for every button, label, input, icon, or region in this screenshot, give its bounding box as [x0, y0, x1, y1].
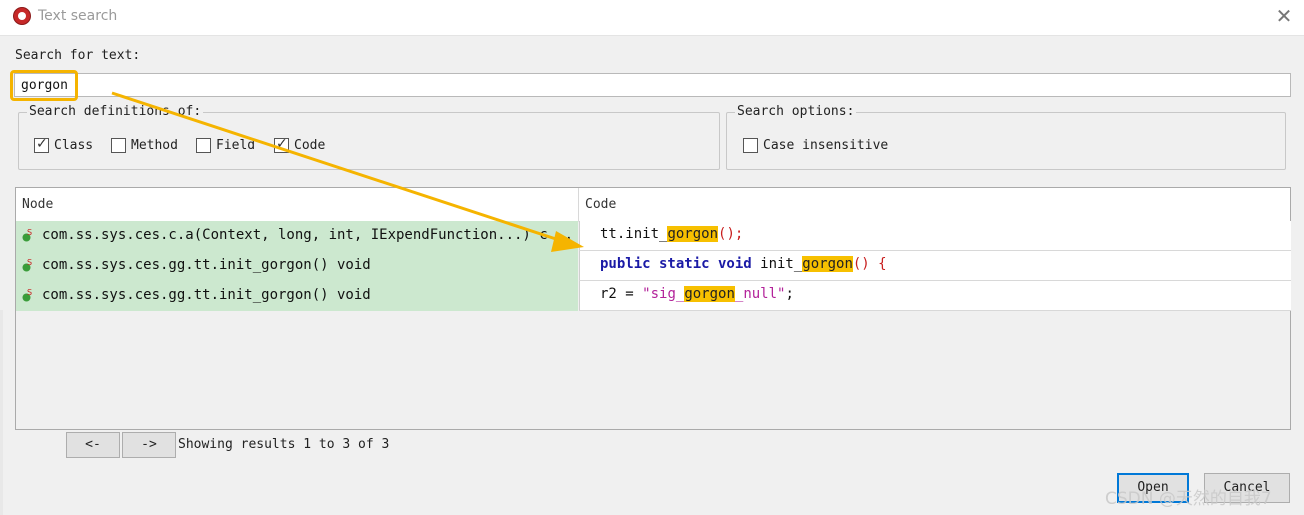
- node-cell[interactable]: S com.ss.sys.ces.gg.tt.init_gorgon() voi…: [16, 281, 578, 311]
- case-insensitive-checkbox-box[interactable]: [743, 138, 758, 153]
- search-input[interactable]: [14, 73, 1291, 97]
- code-token: ();: [718, 226, 744, 242]
- match-highlight: gorgon: [802, 256, 853, 272]
- svg-text:S: S: [27, 229, 32, 237]
- code-token: _null": [734, 286, 786, 302]
- method-checkbox-label: Method: [131, 138, 178, 153]
- code-token: public static void: [600, 256, 752, 272]
- code-token: init_: [751, 256, 803, 272]
- code-checkbox-box[interactable]: [274, 136, 289, 153]
- column-header-code[interactable]: Code: [585, 197, 616, 212]
- column-header-node[interactable]: Node: [22, 197, 53, 212]
- case-insensitive-checkbox[interactable]: Case insensitive: [743, 138, 888, 153]
- code-checkbox[interactable]: Code: [274, 136, 326, 153]
- match-highlight: gorgon: [667, 226, 719, 242]
- code-token: tt.init_: [600, 226, 668, 242]
- match-highlight: gorgon: [684, 286, 735, 302]
- next-page-button[interactable]: ->: [122, 432, 176, 458]
- code-checkbox-label: Code: [294, 138, 326, 153]
- code-cell[interactable]: r2 = "sig_gorgon_null";: [579, 281, 1291, 311]
- code-token: r2 =: [600, 286, 643, 302]
- node-text: com.ss.sys.ces.gg.tt.init_gorgon() void: [42, 257, 371, 273]
- code-cell[interactable]: tt.init_gorgon();: [579, 221, 1291, 251]
- code-token: ;: [785, 286, 794, 302]
- method-lock-icon: S: [22, 289, 32, 302]
- code-token: "sig_: [642, 286, 685, 302]
- column-divider[interactable]: [578, 188, 579, 221]
- code-text: r2 = "sig_gorgon_null";: [600, 286, 794, 302]
- node-text: com.ss.sys.ces.gg.tt.init_gorgon() void: [42, 287, 371, 303]
- window-title: Text search: [38, 8, 118, 24]
- class-checkbox-label: Class: [54, 138, 94, 153]
- close-icon[interactable]: ✕: [1272, 4, 1296, 28]
- method-checkbox[interactable]: Method: [111, 138, 178, 153]
- table-row[interactable]: S com.ss.sys.ces.gg.tt.init_gorgon() voi…: [16, 281, 1291, 311]
- title-bar: Text search ✕: [0, 0, 1304, 36]
- prev-page-button[interactable]: <-: [66, 432, 120, 458]
- class-checkbox[interactable]: Class: [34, 136, 94, 153]
- search-definitions-group: Search definitions of: Class Method Fiel…: [18, 104, 720, 170]
- code-token: () {: [852, 256, 887, 272]
- method-lock-icon: S: [22, 259, 32, 272]
- field-checkbox-label: Field: [216, 138, 256, 153]
- table-header: Node Code: [16, 188, 1290, 222]
- field-checkbox[interactable]: Field: [196, 138, 255, 153]
- app-logo-icon: [13, 7, 31, 25]
- method-checkbox-box[interactable]: [111, 138, 126, 153]
- code-text: tt.init_gorgon();: [600, 226, 743, 242]
- search-options-title: Search options:: [735, 104, 857, 119]
- node-cell[interactable]: S com.ss.sys.ces.c.a(Context, long, int,…: [16, 221, 578, 251]
- results-status: Showing results 1 to 3 of 3: [178, 437, 390, 452]
- node-cell[interactable]: S com.ss.sys.ces.gg.tt.init_gorgon() voi…: [16, 251, 578, 281]
- field-checkbox-box[interactable]: [196, 138, 211, 153]
- search-options-group: Search options: Case insensitive: [726, 104, 1286, 170]
- search-label: Search for text:: [15, 48, 141, 63]
- case-insensitive-label: Case insensitive: [763, 138, 889, 153]
- code-text: public static void init_gorgon() {: [600, 256, 887, 272]
- results-table: Node Code S com.ss.sys.ces.c.a(Context, …: [15, 187, 1291, 430]
- method-lock-icon: S: [22, 229, 32, 242]
- svg-text:S: S: [27, 289, 32, 297]
- node-text: com.ss.sys.ces.c.a(Context, long, int, I…: [42, 227, 574, 243]
- search-definitions-title: Search definitions of:: [27, 104, 204, 119]
- table-row[interactable]: S com.ss.sys.ces.c.a(Context, long, int,…: [16, 221, 1291, 251]
- class-checkbox-box[interactable]: [34, 136, 49, 153]
- table-row[interactable]: S com.ss.sys.ces.gg.tt.init_gorgon() voi…: [16, 251, 1291, 281]
- window-edge: [0, 310, 3, 515]
- svg-text:S: S: [27, 259, 32, 267]
- code-cell[interactable]: public static void init_gorgon() {: [579, 251, 1291, 281]
- watermark: CSDN @天然的自我7: [1105, 489, 1272, 509]
